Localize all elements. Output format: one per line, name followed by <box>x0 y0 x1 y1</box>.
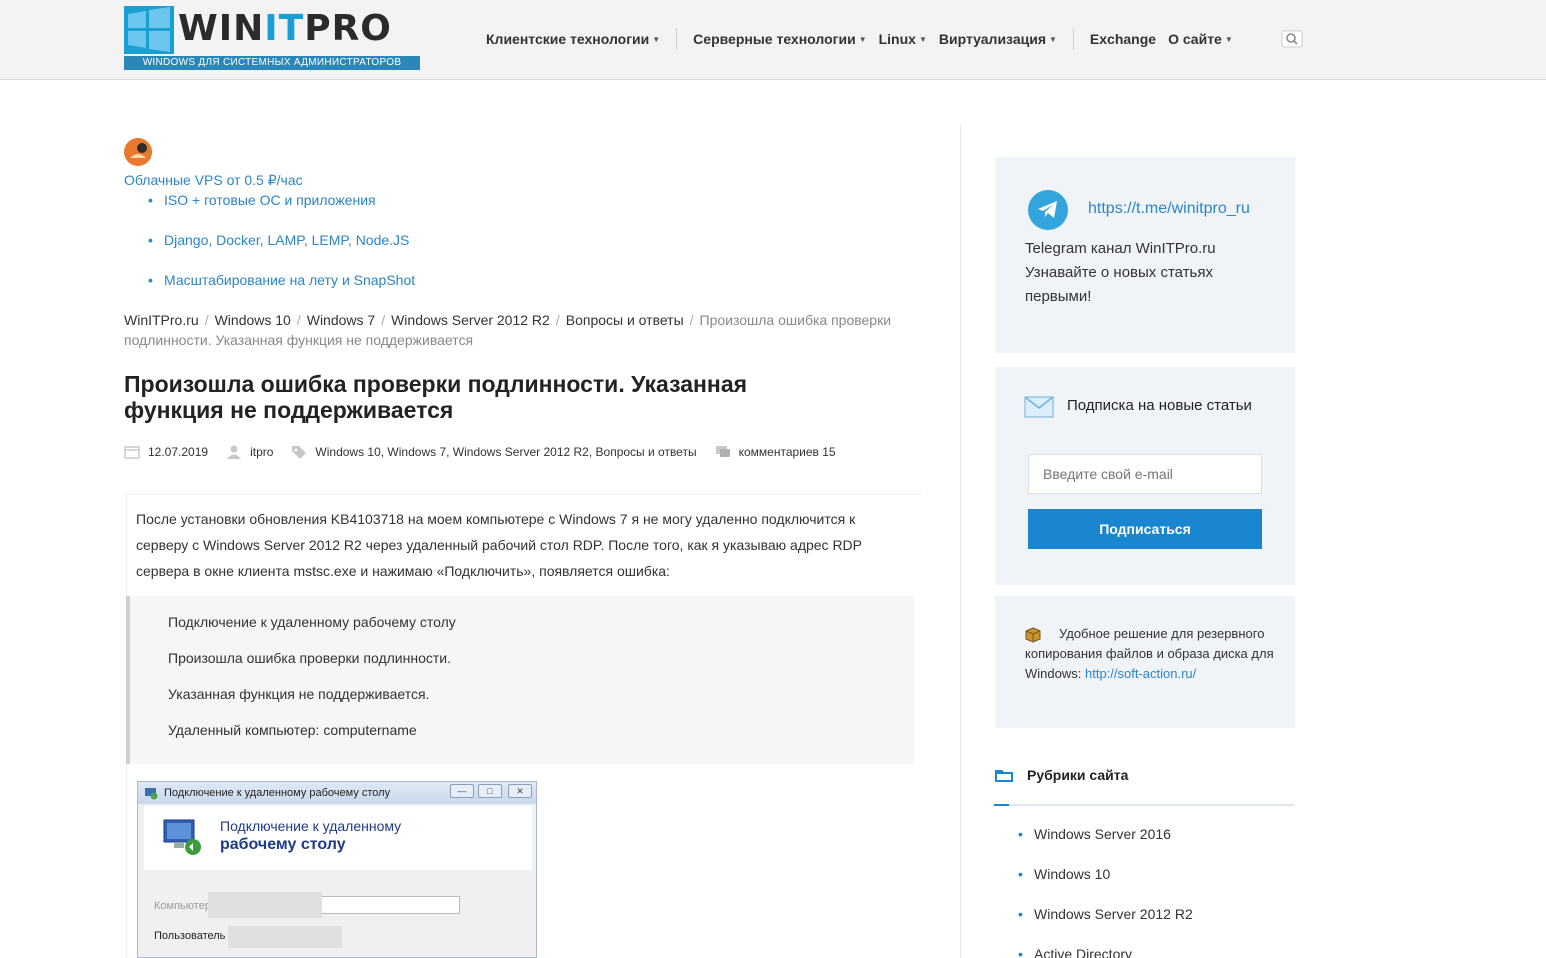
chevron-down-icon: ▼ <box>858 34 867 44</box>
dialog-heading-line1: Подключение к удаленному <box>220 818 402 834</box>
article-date: 12.07.2019 <box>148 445 209 459</box>
redacted-area <box>208 892 322 918</box>
nav-virtualization[interactable]: Виртуализация ▼ <box>933 31 1063 47</box>
dialog-titlebar: Подключение к удаленному рабочему столу … <box>138 782 536 804</box>
ad-link[interactable]: Облачные VPS от 0.5 ₽/час <box>124 172 303 189</box>
nav-server-tech[interactable]: Серверные технологии ▼ <box>687 31 872 47</box>
rubrics-underline <box>994 804 1294 806</box>
search-icon <box>1281 30 1303 48</box>
dialog-title: Подключение к удаленному рабочему столу <box>164 787 391 799</box>
telegram-icon[interactable] <box>1028 190 1068 230</box>
chevron-down-icon: ▼ <box>1224 34 1233 44</box>
breadcrumb-item[interactable]: Windows 10 <box>215 312 291 328</box>
subscribe-title: Подписка на новые статьи <box>1067 397 1252 414</box>
article-categories[interactable]: Windows 10, Windows 7, Windows Server 20… <box>315 445 696 459</box>
breadcrumb-item[interactable]: Windows Server 2012 R2 <box>391 312 550 328</box>
nav-exchange[interactable]: Exchange <box>1084 31 1162 47</box>
tag-icon <box>292 446 307 459</box>
article-author[interactable]: itpro <box>250 445 273 459</box>
breadcrumb-separator: / <box>204 312 209 328</box>
rubrics-list: Windows Server 2016 Windows 10 Windows S… <box>1018 826 1193 958</box>
comments-icon <box>715 446 730 457</box>
rubric-item[interactable]: Active Directory <box>1018 946 1193 958</box>
quote-line: Удаленный компьютер: computername <box>168 722 417 738</box>
breadcrumb: WinITPro.ru / Windows 10 / Windows 7 / Windows… <box>124 310 914 350</box>
list-item[interactable]: Django, Docker, LAMP, LEMP, Node.JS <box>148 232 415 272</box>
main-nav: Клиентские технологии ▼ Серверные техноло… <box>480 22 1239 56</box>
nav-linux[interactable]: Linux ▼ <box>873 31 933 47</box>
backup-text: Удобное решение для резервного копирован… <box>1025 626 1274 681</box>
article-title: Произошла ошибка проверки подлинности. У… <box>124 371 748 423</box>
subscribe-button[interactable]: Подписаться <box>1028 509 1262 549</box>
dialog-header: Подключение к удаленному рабочему столу <box>144 806 532 870</box>
nav-divider <box>676 28 678 50</box>
windows-logo-icon <box>124 6 174 54</box>
rubrics-title: Рубрики сайта <box>1027 767 1129 783</box>
breadcrumb-separator: / <box>296 312 301 328</box>
email-field[interactable] <box>1028 454 1262 494</box>
nav-divider <box>1072 28 1074 50</box>
quote-line: Указанная функция не поддерживается. <box>168 686 430 702</box>
logo-wordmark: WINITPRO <box>178 8 392 49</box>
user-label: Пользователь <box>154 930 226 942</box>
nav-client-tech[interactable]: Клиентские технологии ▼ <box>480 31 666 47</box>
backup-link[interactable]: http://soft-action.ru/ <box>1085 666 1196 681</box>
search-button[interactable] <box>1262 26 1322 52</box>
hosting-logo-icon[interactable] <box>124 138 152 166</box>
breadcrumb-home[interactable]: WinITPro.ru <box>124 312 199 328</box>
rubrics-underline-accent <box>994 804 1009 806</box>
ad-block: Облачные VPS от 0.5 ₽/час ISO + готовые … <box>104 122 860 298</box>
article-intro: После установки обновления KB4103718 на … <box>136 511 862 579</box>
chevron-down-icon: ▼ <box>918 34 927 44</box>
breadcrumb-item[interactable]: Вопросы и ответы <box>566 312 684 328</box>
calendar-icon <box>124 446 140 459</box>
rubric-item[interactable]: Windows Server 2012 R2 <box>1018 906 1193 946</box>
rubric-item[interactable]: Windows Server 2016 <box>1018 826 1193 866</box>
telegram-text: Telegram канал WinITPro.ru Узнавайте о н… <box>1025 240 1216 305</box>
list-item[interactable]: ISO + готовые ОС и приложения <box>148 192 415 232</box>
monitor-icon <box>163 819 201 855</box>
nav-about[interactable]: О сайте ▼ <box>1162 31 1239 47</box>
user-icon <box>227 445 242 459</box>
list-item[interactable]: Масштабирование на лету и SnapShot <box>148 272 415 312</box>
chevron-down-icon: ▼ <box>652 34 661 44</box>
sidebar-divider <box>960 124 961 958</box>
error-quote: Подключение к удаленному рабочему столу … <box>126 596 914 764</box>
redacted-area <box>228 926 342 948</box>
quote-line: Подключение к удаленному рабочему столу <box>168 614 456 630</box>
telegram-link[interactable]: https://t.me/winitpro_ru <box>1088 200 1250 218</box>
maximize-icon: □ <box>478 784 502 798</box>
breadcrumb-separator: / <box>555 312 560 328</box>
folder-icon <box>995 770 1013 782</box>
computer-label: Компьютер <box>154 900 211 912</box>
quote-line: Произошла ошибка проверки подлинности. <box>168 650 451 666</box>
breadcrumb-item[interactable]: Windows 7 <box>307 312 375 328</box>
rdp-dialog-screenshot: Подключение к удаленному рабочему столу … <box>137 781 537 958</box>
close-icon: ✕ <box>508 784 532 798</box>
envelope-icon <box>1024 396 1054 418</box>
breadcrumb-separator: / <box>381 312 386 328</box>
site-logo[interactable]: WINITPRO WINDOWS ДЛЯ СИСТЕМНЫХ АДМИНИСТР… <box>124 6 422 70</box>
logo-tagline: WINDOWS ДЛЯ СИСТЕМНЫХ АДМИНИСТРАТОРОВ <box>124 56 420 70</box>
dialog-heading-line2: рабочему столу <box>220 836 346 853</box>
chevron-down-icon: ▼ <box>1049 34 1057 44</box>
rubric-item[interactable]: Windows 10 <box>1018 866 1193 906</box>
ad-list: ISO + готовые ОС и приложения Django, Do… <box>148 192 415 312</box>
breadcrumb-separator: / <box>689 312 694 328</box>
site-header: WINITPRO WINDOWS ДЛЯ СИСТЕМНЫХ АДМИНИСТР… <box>0 0 1546 80</box>
rdp-app-icon <box>145 788 158 800</box>
article-comments[interactable]: комментариев 15 <box>739 445 836 459</box>
minimize-icon: — <box>450 784 474 798</box>
article-meta: 12.07.2019 itpro Windows 10, Windows 7, … <box>124 442 854 462</box>
